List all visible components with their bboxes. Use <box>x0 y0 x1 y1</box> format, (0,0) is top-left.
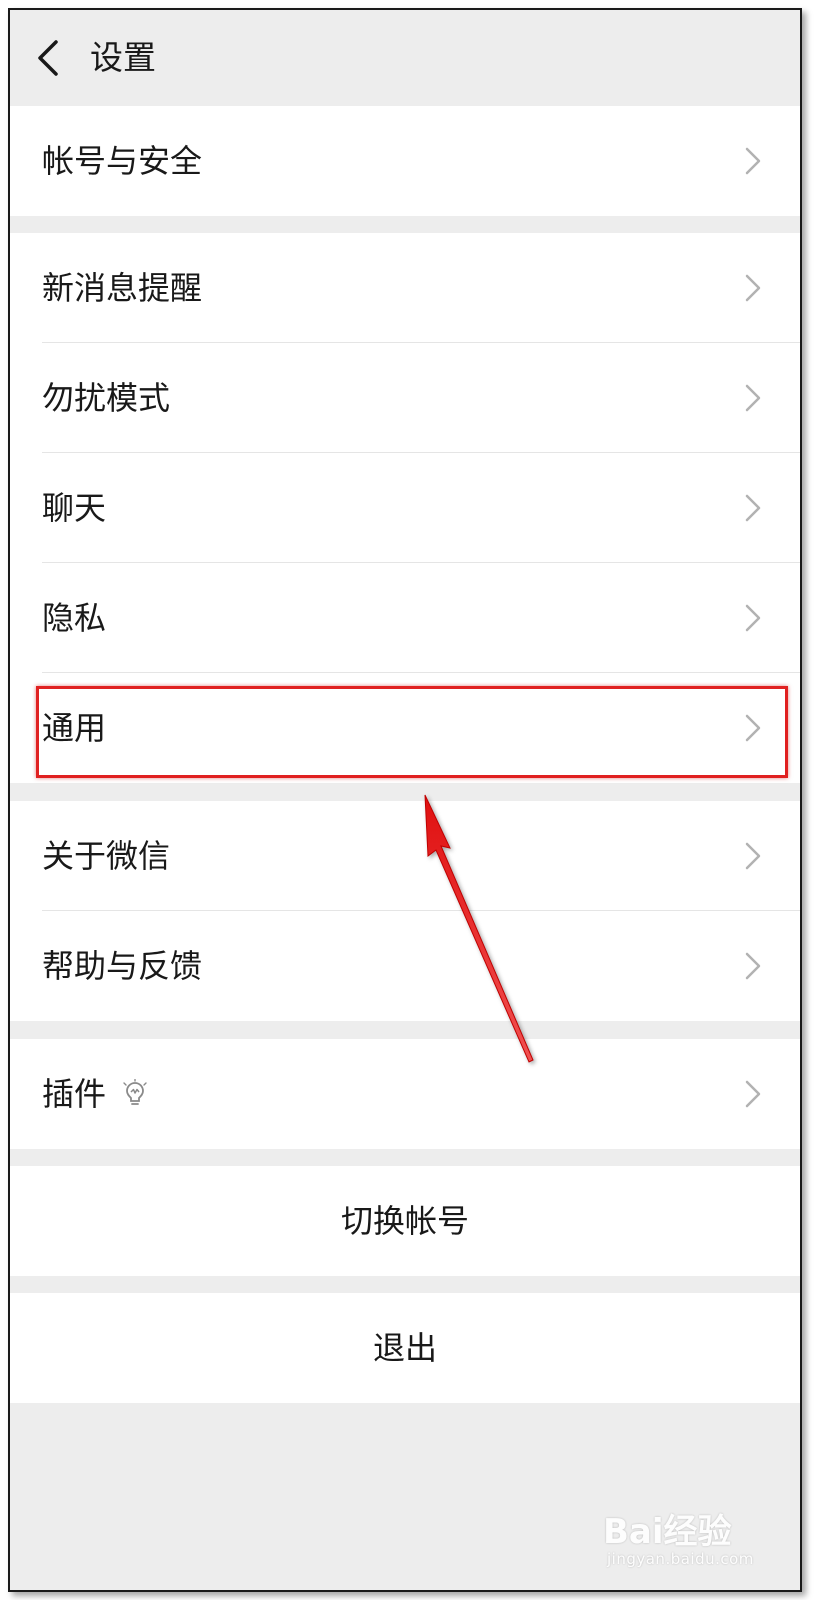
about-group: 关于微信 帮助与反馈 <box>10 801 800 1021</box>
page-title: 设置 <box>90 38 156 77</box>
settings-item-help-feedback[interactable]: 帮助与反馈 <box>10 911 800 1021</box>
settings-item-new-message-alerts[interactable]: 新消息提醒 <box>10 233 800 343</box>
settings-item-label: 插件 <box>42 1075 107 1113</box>
chevron-right-icon <box>745 842 761 870</box>
navigation-bar: 设置 <box>10 10 800 106</box>
settings-item-label: 勿扰模式 <box>42 379 171 417</box>
logout-label: 退出 <box>372 1329 437 1367</box>
chevron-right-icon <box>745 147 761 175</box>
settings-item-label: 帮助与反馈 <box>42 947 203 985</box>
watermark-logo: Bai经验 jingyan.baidu.com <box>603 1498 778 1578</box>
watermark-brand: Bai经验 <box>603 1512 732 1552</box>
main-settings-group: 新消息提醒 勿扰模式 聊天 隐私 通用 <box>10 233 800 783</box>
switch-account-button[interactable]: 切换帐号 <box>10 1166 800 1276</box>
settings-item-label: 通用 <box>42 709 107 747</box>
chevron-right-icon <box>745 714 761 742</box>
settings-item-privacy[interactable]: 隐私 <box>10 563 800 673</box>
settings-item-label: 关于微信 <box>42 837 171 875</box>
lightbulb-icon <box>123 1079 147 1105</box>
chevron-right-icon <box>745 494 761 522</box>
logout-button[interactable]: 退出 <box>10 1293 800 1403</box>
plugins-group: 插件 <box>10 1039 800 1149</box>
settings-item-label: 新消息提醒 <box>42 269 203 307</box>
chevron-left-icon[interactable] <box>34 38 64 78</box>
account-group: 帐号与安全 <box>10 106 800 216</box>
settings-item-plugins[interactable]: 插件 <box>10 1039 800 1149</box>
settings-item-general[interactable]: 通用 <box>10 673 800 783</box>
chevron-right-icon <box>745 384 761 412</box>
watermark-url: jingyan.baidu.com <box>607 1550 754 1568</box>
settings-item-chat[interactable]: 聊天 <box>10 453 800 563</box>
chevron-right-icon <box>745 1080 761 1108</box>
switch-account-label: 切换帐号 <box>340 1202 469 1240</box>
phone-screen: 设置 帐号与安全 新消息提醒 勿扰模式 聊天 隐私 通用 关于微信 帮助与反馈 … <box>8 8 802 1592</box>
settings-item-do-not-disturb[interactable]: 勿扰模式 <box>10 343 800 453</box>
settings-item-about-wechat[interactable]: 关于微信 <box>10 801 800 911</box>
settings-item-label: 聊天 <box>42 489 107 527</box>
chevron-right-icon <box>745 952 761 980</box>
chevron-right-icon <box>745 274 761 302</box>
settings-item-label: 帐号与安全 <box>42 142 203 180</box>
chevron-right-icon <box>745 604 761 632</box>
settings-item-account-security[interactable]: 帐号与安全 <box>10 106 800 216</box>
settings-item-label: 隐私 <box>42 599 107 637</box>
